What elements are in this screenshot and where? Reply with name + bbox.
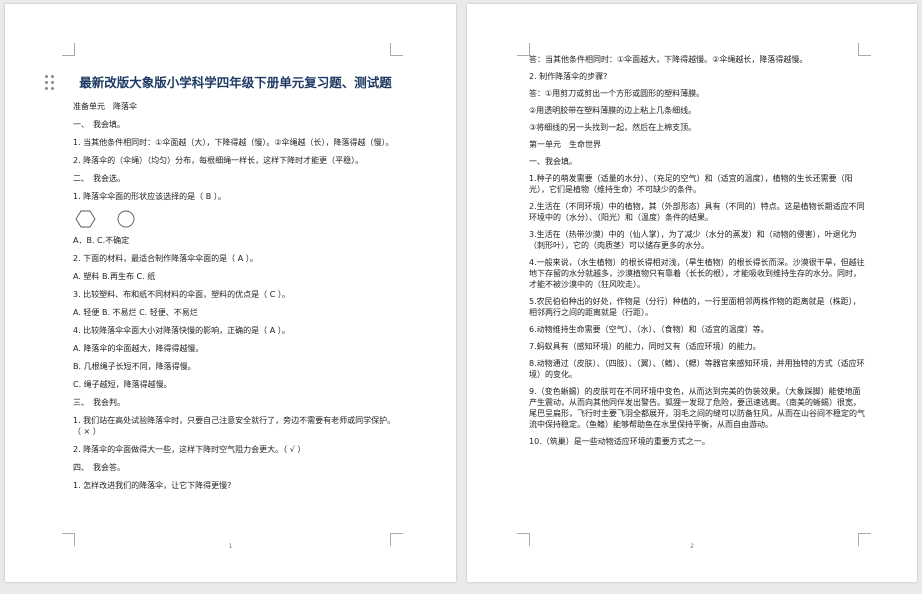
answer-options: A．B. C.不确定 xyxy=(73,236,130,245)
page-number: 2 xyxy=(690,543,694,550)
question-paragraph: 1. 降落伞伞面的形状应该选择的是（ B ）。 xyxy=(73,192,226,201)
question-paragraph: 1. 我们站在高处试验降落伞时，只要自己注意安全就行了，旁边不需要有老师或同学保… xyxy=(73,416,396,436)
crop-mark-top-left xyxy=(62,43,75,56)
question-paragraph: 7.蚂蚁具有（感知环境）的能力，同时又有（适应环境）的能力。 xyxy=(529,342,761,351)
answer-paragraph: 答：当其他条件相同时：①伞面越大，下降得越慢。②伞绳越长，降落得越慢。 xyxy=(529,55,808,64)
drag-handle-icon[interactable] xyxy=(45,75,55,91)
question-paragraph: 1. 当其他条件相同时：①伞面越（大），下降得越（慢）。②伞绳越（长），降落得越… xyxy=(73,138,394,147)
question-paragraph: 5.农民伯伯种出的好处，作物是（分行）种植的，一行里面相邻两株作物的距离就是（株… xyxy=(529,297,861,317)
question-paragraph: 10.（筑巢）是一些动物适应环境的重要方式之一。 xyxy=(529,437,710,446)
unit-heading: 准备单元 降落伞 xyxy=(73,102,137,111)
document-page-2: 答：当其他条件相同时：①伞面越大，下降得越慢。②伞绳越长，降落得越慢。 2. 制… xyxy=(467,4,917,582)
crop-mark-top-right xyxy=(390,43,403,56)
section-heading: 二、 我会选。 xyxy=(73,174,125,183)
answer-paragraph: ③将细线的另一头找到一起，然后在上棉支顶。 xyxy=(529,123,697,132)
question-paragraph: 9.（变色蜥蜴）的皮肤可在不同环境中变色，从而达到完美的伪装效果。（大象踩脚）能… xyxy=(529,387,865,429)
section-heading: 四、 我会答。 xyxy=(73,463,125,472)
question-paragraph: 1. 怎样改进我们的降落伞，让它下降得更慢? xyxy=(73,481,232,490)
question-paragraph: 2.生活在（不同环境）中的植物，其（外部形态）具有（不同的）特点。这是植物长期适… xyxy=(529,202,865,222)
page-2-body: 答：当其他条件相同时：①伞面越大，下降得越慢。②伞绳越长，降落得越慢。 2. 制… xyxy=(529,54,867,453)
answer-options: A. 轻便 B. 不易烂 C. 轻便、不易烂 xyxy=(73,308,198,317)
question-paragraph: 3.生活在（热带沙漠）中的（仙人掌），为了减少（水分的蒸发）和（动物的侵害），叶… xyxy=(529,230,857,250)
question-paragraph: 4.一般来说，（水生植物）的根长得相对浅，（旱生植物）的根长得长而深。沙漠很干旱… xyxy=(529,258,865,289)
question-paragraph: 3. 比较塑料、布和纸不同材料的伞面，塑料的优点是（ C ）。 xyxy=(73,290,290,299)
section-heading: 一、 我会填。 xyxy=(73,120,125,129)
circle-shape xyxy=(117,210,135,228)
question-paragraph: 1.种子的萌发需要（适量的水分）、（充足的空气）和（适宜的温度），植物的生长还需… xyxy=(529,174,853,194)
shape-options-figure xyxy=(73,209,398,229)
question-paragraph: 2. 制作降落伞的步骤? xyxy=(529,72,608,81)
hexagon-shape xyxy=(75,210,96,228)
question-paragraph: 8.动物通过（皮肤）、（四肢）、（翼）、（鳍）、（鳃）等器官来感知环境，并用独特… xyxy=(529,359,865,379)
answer-options: A. 塑料 B.再生布 C. 纸 xyxy=(73,272,156,281)
answer-option: B. 几根绳子长短不同，降落得慢。 xyxy=(73,362,196,371)
question-paragraph: 2. 降落伞的伞面做得大一些，这样下降时空气阻力会更大。（ √ ） xyxy=(73,445,306,454)
unit-heading: 第一单元 生命世界 xyxy=(529,140,601,149)
section-heading: 三、 我会判。 xyxy=(73,398,125,407)
document-page-1: 最新改版大象版小学科学四年级下册单元复习题、测试题 准备单元 降落伞 一、 我会… xyxy=(5,4,456,582)
document-title: 最新改版大象版小学科学四年级下册单元复习题、测试题 xyxy=(79,75,392,90)
page-1-body: 最新改版大象版小学科学四年级下册单元复习题、测试题 准备单元 降落伞 一、 我会… xyxy=(73,74,398,498)
question-paragraph: 6.动物维持生命需要（空气）、（水）、（食物）和（适宜的温度）等。 xyxy=(529,325,769,334)
section-heading: 一、我会填。 xyxy=(529,157,577,166)
question-paragraph: 2. 降落伞的（伞绳）（均匀）分布，每根细绳一样长，这样下降时才能更（平稳）。 xyxy=(73,156,364,165)
answer-paragraph: 答：①用剪刀或剪出一个方形或圆形的塑料薄膜。 xyxy=(529,89,705,98)
page-number: 1 xyxy=(228,543,233,550)
answer-option: A. 降落伞的伞面越大，降得得越慢。 xyxy=(73,344,204,353)
question-paragraph: 2. 下面的材料，最适合制作降落伞伞面的是（ A ）。 xyxy=(73,254,258,263)
answer-paragraph: ②用透明胶带在塑料薄膜的边上粘上几条细线。 xyxy=(529,106,697,115)
question-paragraph: 4. 比较降落伞伞面大小对降落快慢的影响，正确的是（ A ）。 xyxy=(73,326,290,335)
answer-option: C. 绳子越短，降落得越慢。 xyxy=(73,380,172,389)
